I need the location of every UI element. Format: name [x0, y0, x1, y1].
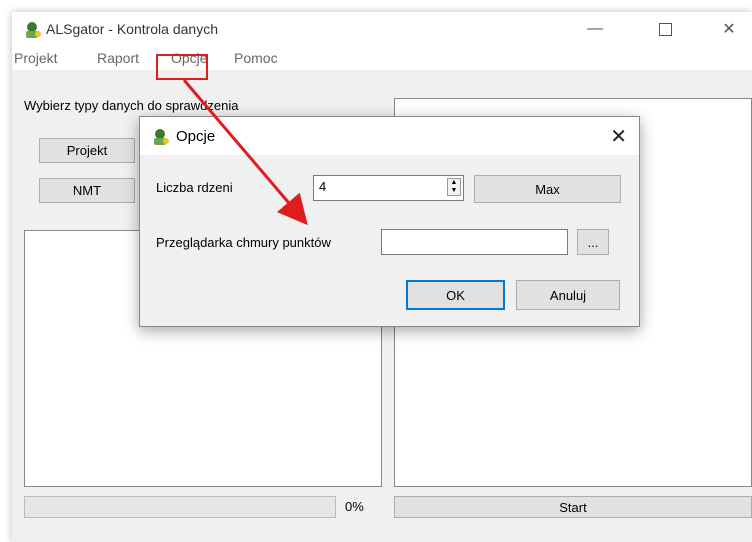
annotation-arrow — [182, 79, 308, 226]
arrow-line — [182, 79, 308, 226]
